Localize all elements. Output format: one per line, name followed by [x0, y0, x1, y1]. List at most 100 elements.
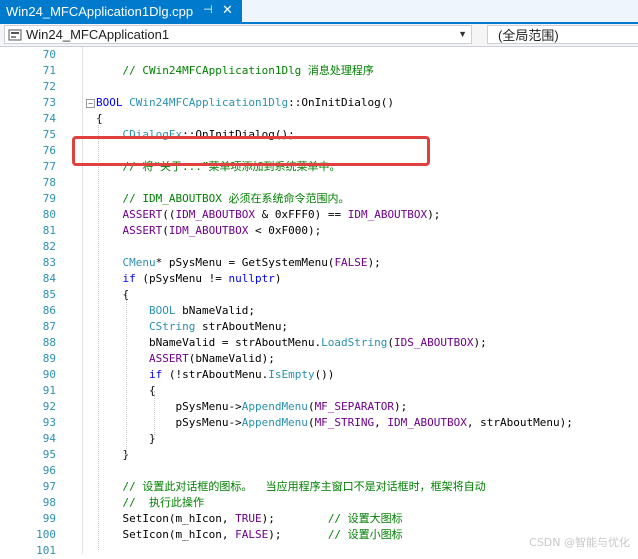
line-number: 87 [42, 320, 56, 333]
code-token-plain: * pSysMenu = GetSystemMenu( [155, 256, 335, 269]
code-line[interactable]: 84 if (pSysMenu != nullptr) [0, 271, 638, 287]
code-token-comment: // 执行此操作 [122, 496, 205, 509]
document-tab-strip: Win24_MFCApplication1Dlg.cpp ⊣ ✕ [0, 0, 638, 24]
code-token-plain: & 0xFFF0) == [254, 208, 348, 221]
code-line[interactable]: 82 [0, 239, 638, 255]
code-line[interactable]: 91 { [0, 383, 638, 399]
code-token-plain: ); [427, 208, 441, 221]
code-token-macro: IDM_ABOUTBOX [175, 208, 255, 221]
code-line[interactable]: 98 // 执行此操作 [0, 495, 638, 511]
code-token-type: AppendMenu [241, 416, 308, 429]
code-line[interactable]: 80 ASSERT((IDM_ABOUTBOX & 0xFFF0) == IDM… [0, 207, 638, 223]
code-text: { [96, 111, 103, 127]
highlight-annotation [72, 136, 430, 166]
code-token-plain: ); [261, 512, 328, 525]
code-token-keyword: nullptr [228, 272, 275, 285]
navigation-bar: Win24_MFCApplication1 ▼ (全局范围) [0, 24, 638, 47]
code-line[interactable]: 85 { [0, 287, 638, 303]
code-token-plain: ( [162, 224, 169, 237]
code-token-plain: } [96, 448, 130, 461]
code-token-plain: bNameValid = strAboutMenu. [96, 336, 322, 349]
pin-icon[interactable]: ⊣ [203, 3, 213, 16]
line-number: 73 [42, 96, 56, 109]
code-line[interactable]: 99 SetIcon(m_hIcon, TRUE); // 设置大图标 [0, 511, 638, 527]
close-icon[interactable]: ✕ [222, 2, 233, 18]
code-token-plain: ); [394, 400, 408, 413]
code-token-plain: ); [367, 256, 381, 269]
code-line[interactable]: 97 // 设置此对话框的图标。 当应用程序主窗口不是对话框时，框架将自动 [0, 479, 638, 495]
code-line[interactable]: 70 [0, 47, 638, 63]
line-number: 74 [42, 112, 56, 125]
code-token-plain: ) [274, 272, 282, 285]
code-line[interactable]: 88 bNameValid = strAboutMenu.LoadString(… [0, 335, 638, 351]
member-dropdown[interactable]: (全局范围) [487, 25, 638, 44]
code-token-plain: bNameValid; [175, 304, 255, 317]
line-number: 78 [42, 176, 56, 189]
chevron-down-icon[interactable]: ▼ [458, 29, 467, 39]
line-number: 94 [42, 432, 56, 445]
code-line[interactable]: 93 pSysMenu->AppendMenu(MF_STRING, IDM_A… [0, 415, 638, 431]
line-number: 85 [42, 288, 56, 301]
code-line[interactable]: 83 CMenu* pSysMenu = GetSystemMenu(FALSE… [0, 255, 638, 271]
code-token-comment: // 设置此对话框的图标。 当应用程序主窗口不是对话框时，框架将自动 [122, 480, 486, 493]
code-line[interactable]: 78 [0, 175, 638, 191]
code-token-plain: ( [307, 416, 315, 429]
line-number: 72 [42, 80, 56, 93]
code-line[interactable]: 72 [0, 79, 638, 95]
class-dropdown[interactable]: Win24_MFCApplication1 ▼ [4, 25, 472, 44]
code-editor[interactable]: 70 71 // CWin24MFCApplication1Dlg 消息处理程序 7… [0, 47, 638, 557]
code-line[interactable]: 90 if (!strAboutMenu.IsEmpty()) [0, 367, 638, 383]
line-number: 96 [42, 464, 56, 477]
code-line[interactable]: 89 ASSERT(bNameValid); [0, 351, 638, 367]
code-text: // 设置此对话框的图标。 当应用程序主窗口不是对话框时，框架将自动 [96, 479, 486, 495]
line-number: 93 [42, 416, 56, 429]
code-text: ASSERT((IDM_ABOUTBOX & 0xFFF0) == IDM_AB… [96, 207, 441, 223]
line-number: 77 [42, 160, 56, 173]
code-line[interactable]: 96 [0, 463, 638, 479]
line-number: 101 [36, 544, 56, 557]
collapse-icon[interactable]: − [86, 99, 95, 108]
code-line[interactable]: 94 } [0, 431, 638, 447]
code-token-keyword: BOOL [96, 96, 123, 109]
code-token-plain: SetIcon(m_hIcon, [96, 512, 236, 525]
code-line[interactable]: 86 BOOL bNameValid; [0, 303, 638, 319]
code-token-comment: // 设置小图标 [327, 528, 403, 541]
code-token-plain: ( [307, 400, 315, 413]
line-number: 91 [42, 384, 56, 397]
code-line[interactable]: 73 − BOOL CWin24MFCApplication1Dlg::OnInit… [0, 95, 638, 111]
code-token-plain: strAboutMenu; [195, 320, 289, 333]
line-number: 86 [42, 304, 56, 317]
code-token-plain: (bNameValid); [188, 352, 275, 365]
code-line[interactable]: 74 { [0, 111, 638, 127]
code-text: // IDM_ABOUTBOX 必须在系统命令范围内。 [96, 191, 350, 207]
code-text: // CWin24MFCApplication1Dlg 消息处理程序 [96, 63, 374, 79]
line-number: 76 [42, 144, 56, 157]
code-token-macro: ASSERT [148, 352, 189, 365]
code-token-type: BOOL [148, 304, 176, 317]
code-line[interactable]: 95 } [0, 447, 638, 463]
line-number: 95 [42, 448, 56, 461]
document-tab[interactable]: Win24_MFCApplication1Dlg.cpp ⊣ ✕ [0, 0, 242, 22]
code-text: SetIcon(m_hIcon, FALSE); // 设置小图标 [96, 527, 403, 543]
watermark: CSDN @智能与优化 [529, 536, 630, 549]
line-number: 89 [42, 352, 56, 365]
code-line[interactable]: 81 ASSERT(IDM_ABOUTBOX < 0xF000); [0, 223, 638, 239]
line-number: 99 [42, 512, 56, 525]
code-line[interactable]: 71 // CWin24MFCApplication1Dlg 消息处理程序 [0, 63, 638, 79]
code-token-macro: TRUE [235, 512, 262, 525]
code-line[interactable]: 92 pSysMenu->AppendMenu(MF_SEPARATOR); [0, 399, 638, 415]
line-number: 100 [36, 528, 56, 541]
line-number: 81 [42, 224, 56, 237]
code-token-plain: (!strAboutMenu. [162, 368, 269, 381]
code-line[interactable]: 87 CString strAboutMenu; [0, 319, 638, 335]
code-token-macro: MF_STRING [314, 416, 375, 429]
code-line[interactable]: 79 // IDM_ABOUTBOX 必须在系统命令范围内。 [0, 191, 638, 207]
code-text: BOOL CWin24MFCApplication1Dlg::OnInitDia… [96, 95, 394, 111]
